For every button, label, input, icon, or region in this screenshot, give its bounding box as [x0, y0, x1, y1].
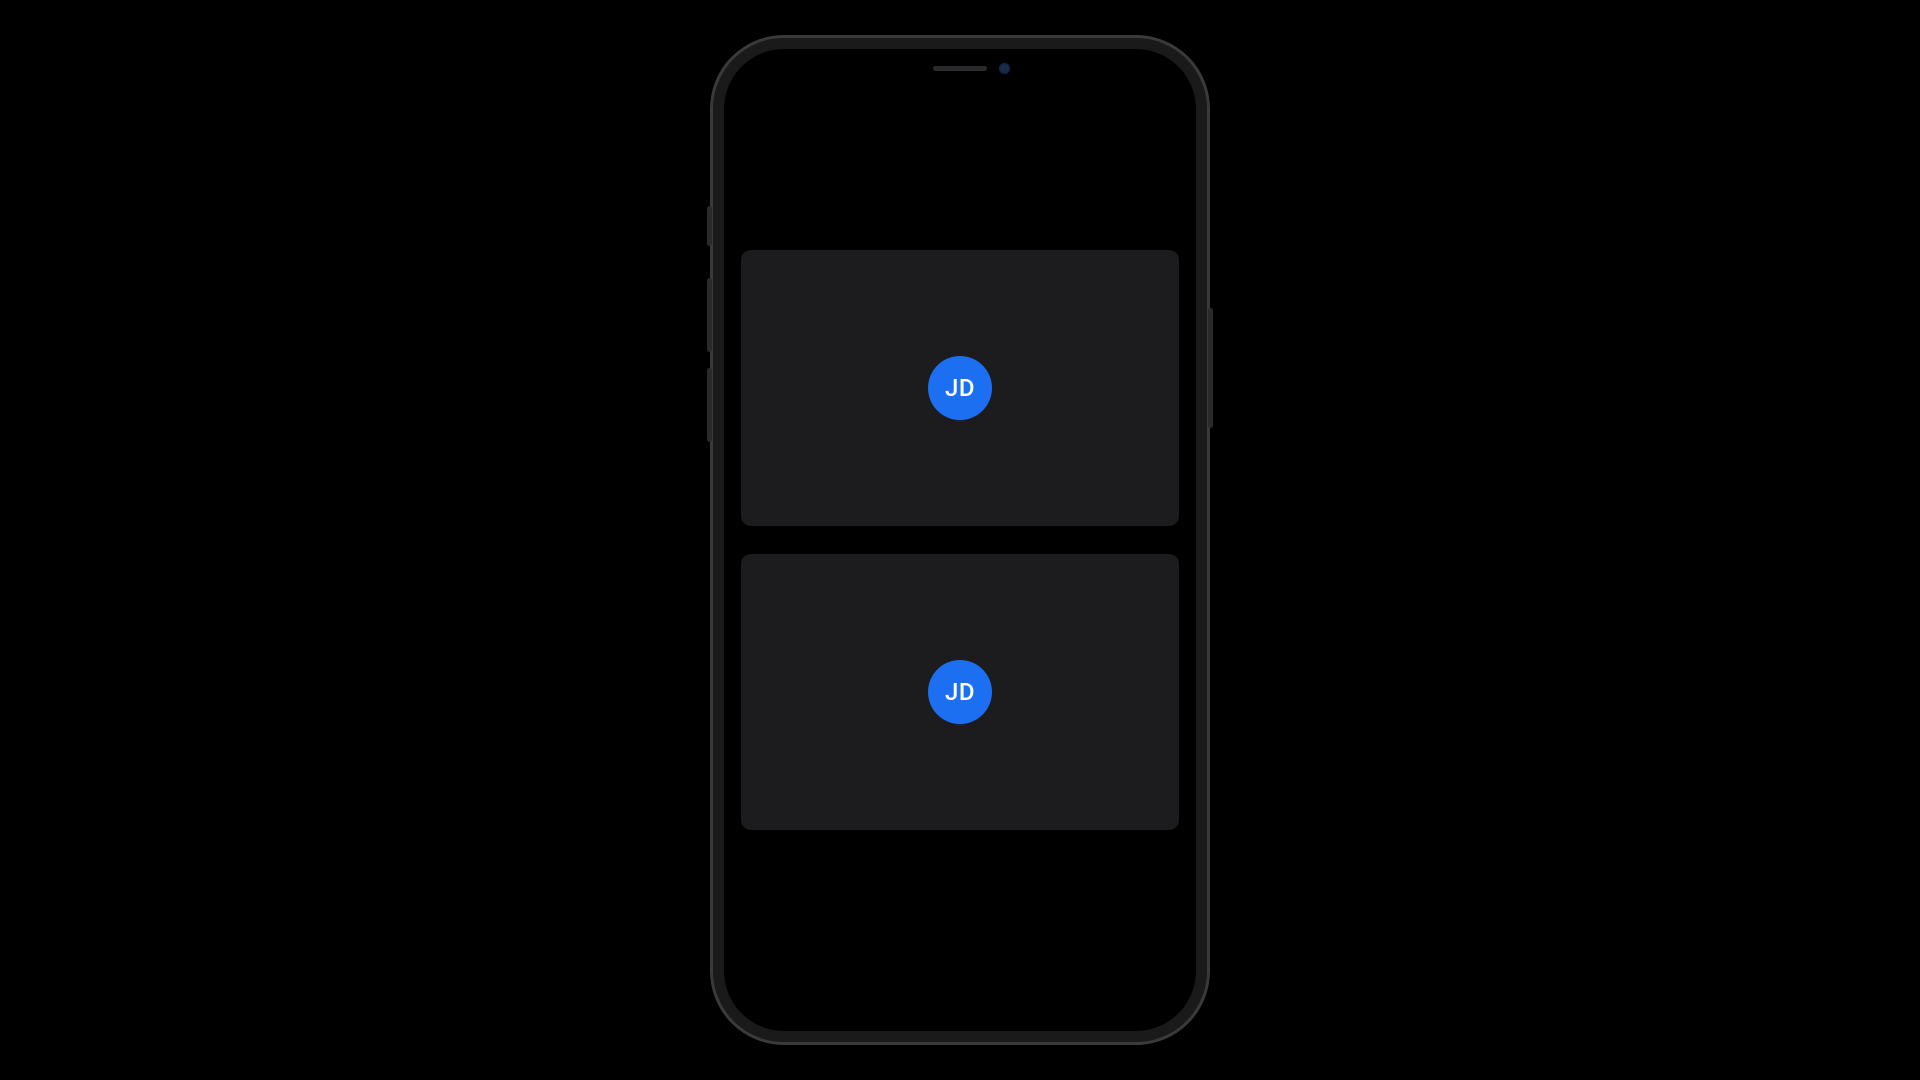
phone-device-frame: JD JD: [710, 35, 1210, 1045]
volume-down-button[interactable]: [707, 368, 712, 442]
front-camera-icon: [999, 63, 1010, 74]
speaker-grille: [933, 66, 987, 71]
volume-up-button[interactable]: [707, 278, 712, 352]
participant-tile[interactable]: JD: [741, 554, 1179, 830]
avatar-initials: JD: [945, 678, 975, 706]
avatar: JD: [928, 660, 992, 724]
avatar: JD: [928, 356, 992, 420]
mute-switch[interactable]: [707, 206, 712, 246]
participant-tile[interactable]: JD: [741, 250, 1179, 526]
phone-screen: JD JD: [725, 50, 1195, 1030]
phone-notch: [850, 50, 1070, 86]
power-button[interactable]: [1208, 308, 1213, 428]
avatar-initials: JD: [945, 374, 975, 402]
video-call-content: JD JD: [725, 50, 1195, 1030]
